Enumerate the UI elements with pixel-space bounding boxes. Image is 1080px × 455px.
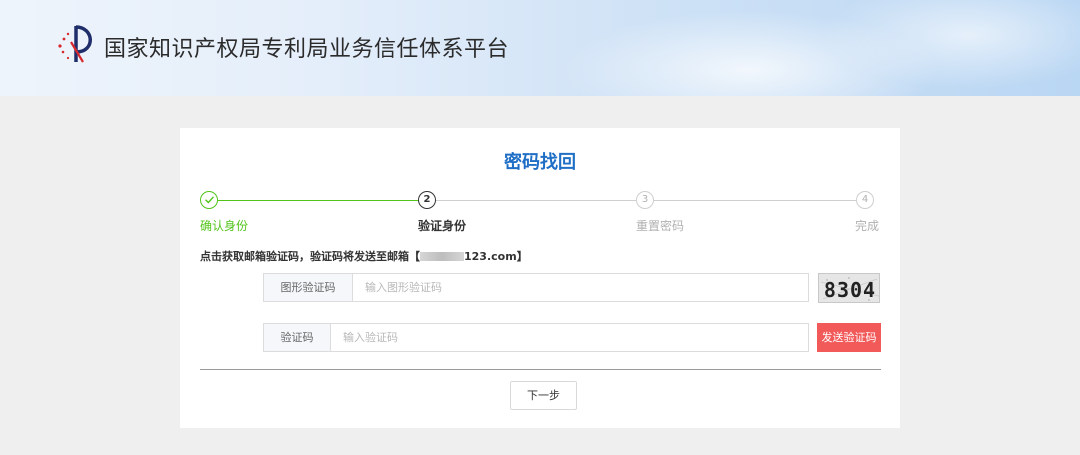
next-step-button[interactable]: 下一步 [510, 381, 577, 410]
captcha-text: 8304 [824, 278, 876, 302]
email-mask [420, 252, 464, 261]
notice-email: 123.com [464, 250, 517, 263]
code-label: 验证码 [264, 324, 331, 351]
step-3-circle: 3 [636, 191, 654, 209]
image-captcha-input[interactable] [365, 274, 805, 301]
step-connector [436, 200, 636, 201]
send-code-button[interactable]: 发送验证码 [817, 323, 881, 352]
step-3-label: 重置密码 [636, 219, 685, 233]
image-captcha-label: 图形验证码 [264, 274, 353, 301]
notice-prefix: 点击获取邮箱验证码，验证码将发送至邮箱【 [200, 250, 420, 263]
site-header: 国家知识产权局专利局业务信任体系平台 [0, 0, 1080, 96]
header-cloud-decoration [820, 0, 1080, 90]
notice-suffix: 】 [516, 250, 528, 263]
code-input[interactable] [343, 324, 803, 351]
form-divider [200, 369, 881, 370]
password-recovery-card: 密码找回 确认身份 2 验证身份 3 重置密码 4 完成 点击获取邮箱验证码，验… [180, 128, 900, 428]
step-4-label: 完成 [855, 219, 880, 233]
step-connector [218, 200, 418, 201]
captcha-image[interactable]: 8304 [818, 273, 880, 303]
step-2-circle: 2 [418, 191, 436, 209]
step-1-check-icon [200, 191, 218, 209]
step-1-label: 确认身份 [200, 219, 249, 233]
email-notice: 点击获取邮箱验证码，验证码将发送至邮箱【 123.com】 [200, 248, 528, 264]
code-field: 验证码 [263, 323, 809, 352]
step-4-circle: 4 [856, 191, 874, 209]
step-connector [654, 200, 856, 201]
cnipa-logo-icon [58, 25, 92, 63]
page-title: 密码找回 [504, 152, 576, 173]
site-title: 国家知识产权局专利局业务信任体系平台 [104, 37, 510, 62]
image-captcha-field: 图形验证码 [263, 273, 809, 302]
step-2-label: 验证身份 [418, 219, 467, 233]
